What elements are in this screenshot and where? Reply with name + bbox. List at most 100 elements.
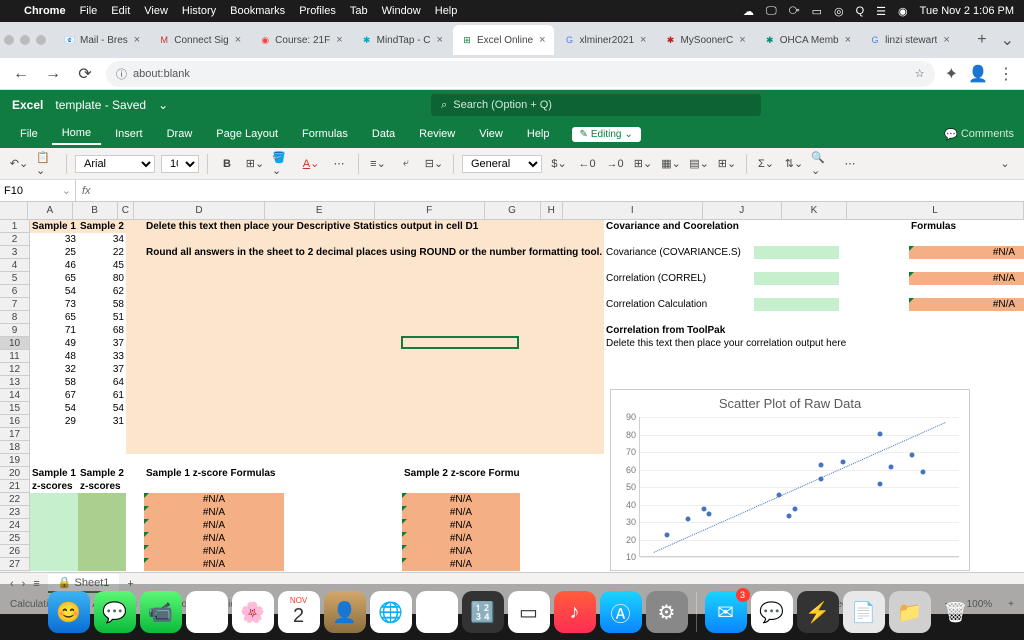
tab-formulas[interactable]: Formulas xyxy=(292,124,358,144)
calendar-icon[interactable]: NOV2 xyxy=(278,591,320,633)
select-all-corner[interactable] xyxy=(0,202,28,219)
row-header[interactable]: 15 xyxy=(0,402,30,415)
cell-na[interactable]: #N/A xyxy=(402,545,520,558)
menu-profiles[interactable]: Profiles xyxy=(299,5,336,17)
cell[interactable]: Covariance (COVARIANCE.S) xyxy=(604,246,754,259)
maps-icon[interactable]: 🗺 xyxy=(186,591,228,633)
cond-format-button[interactable]: ⊞⌄ xyxy=(632,153,654,175)
address-bar[interactable]: ⓘ about:blank ☆ xyxy=(106,61,935,87)
row-header[interactable]: 17 xyxy=(0,428,30,441)
cell-na[interactable]: #N/A xyxy=(402,493,520,506)
fx-icon[interactable]: fx xyxy=(76,185,97,197)
cell[interactable]: Round all answers in the sheet to 2 deci… xyxy=(144,246,644,259)
row-header[interactable]: 27 xyxy=(0,558,30,571)
cell[interactable]: Sample 2 xyxy=(78,220,126,233)
browser-tab[interactable]: ⊞Excel Online× xyxy=(453,25,554,55)
messages-icon[interactable]: 💬 xyxy=(94,591,136,633)
decimal-dec-button[interactable]: →0 xyxy=(604,153,626,175)
forward-button[interactable]: → xyxy=(42,63,64,85)
tab-close-icon[interactable]: × xyxy=(640,34,646,46)
sort-button[interactable]: ⇅⌄ xyxy=(783,153,805,175)
cell[interactable]: 54 xyxy=(30,285,78,298)
cell[interactable]: 65 xyxy=(30,272,78,285)
cell[interactable]: 73 xyxy=(30,298,78,311)
autosum-button[interactable]: Σ⌄ xyxy=(755,153,777,175)
tab-close-icon[interactable]: × xyxy=(134,34,140,46)
messenger-icon[interactable]: 💬 xyxy=(751,591,793,633)
browser-tab[interactable]: ✱OHCA Memb× xyxy=(756,25,859,55)
facetime-icon[interactable]: 📹 xyxy=(140,591,182,633)
column-header[interactable]: G xyxy=(485,202,541,219)
app-name[interactable]: Chrome xyxy=(24,5,66,17)
cell[interactable]: 58 xyxy=(78,298,126,311)
tab-close-icon[interactable]: × xyxy=(437,34,443,46)
number-format-select[interactable]: General xyxy=(462,155,542,173)
row-header[interactable]: 16 xyxy=(0,415,30,428)
back-button[interactable]: ← xyxy=(10,63,32,85)
cell[interactable]: 34 xyxy=(78,233,126,246)
browser-tab[interactable]: ✱MySoonerC× xyxy=(656,25,753,55)
column-header[interactable]: H xyxy=(541,202,563,219)
browser-tab[interactable]: MConnect Sig× xyxy=(150,25,249,55)
cell[interactable]: 31 xyxy=(78,415,126,428)
row-header[interactable]: 18 xyxy=(0,441,30,454)
column-header[interactable]: B xyxy=(73,202,118,219)
app-icon[interactable]: ⦿ xyxy=(416,591,458,633)
scatter-chart[interactable]: Scatter Plot of Raw Data1020304050607080… xyxy=(610,389,970,571)
cell[interactable]: 45 xyxy=(78,259,126,272)
bold-button[interactable]: B xyxy=(216,153,238,175)
cell-na[interactable]: #N/A xyxy=(402,506,520,519)
new-tab-button[interactable]: + xyxy=(969,31,994,49)
fill-color-button[interactable]: 🪣⌄ xyxy=(272,153,294,175)
font-name-select[interactable]: Arial xyxy=(75,155,155,173)
tab-close-icon[interactable]: × xyxy=(235,34,241,46)
row-header[interactable]: 5 xyxy=(0,272,30,285)
cell-na[interactable]: #N/A xyxy=(144,519,284,532)
row-header[interactable]: 2 xyxy=(0,233,30,246)
excel-doc-name[interactable]: template - Saved xyxy=(55,98,146,112)
cell[interactable]: Correlation from ToolPak xyxy=(604,324,754,337)
spreadsheet-grid[interactable]: ABCDEFGHIJKL 123456789101112131415161718… xyxy=(0,202,1024,572)
browser-tab[interactable]: ◉Course: 21F× xyxy=(251,25,350,55)
browser-tab[interactable]: ✱MindTap - C× xyxy=(353,25,451,55)
cell-na[interactable]: #N/A xyxy=(144,493,284,506)
trash-icon[interactable]: 🗑 xyxy=(935,591,977,633)
cell[interactable]: 68 xyxy=(78,324,126,337)
wrap-button[interactable]: ⤶ xyxy=(395,153,417,175)
menu-edit[interactable]: Edit xyxy=(111,5,130,17)
search-icon[interactable]: Q xyxy=(856,5,865,17)
row-header[interactable]: 6 xyxy=(0,285,30,298)
cell[interactable]: 61 xyxy=(78,389,126,402)
control-center-icon[interactable]: ☰ xyxy=(876,5,886,18)
cell-styles-button[interactable]: ▤⌄ xyxy=(688,153,710,175)
row-header[interactable]: 11 xyxy=(0,350,30,363)
column-header[interactable]: E xyxy=(265,202,375,219)
column-header[interactable]: L xyxy=(847,202,1024,219)
tab-draw[interactable]: Draw xyxy=(157,124,203,144)
cell[interactable]: z-scores xyxy=(30,480,78,493)
traffic-max[interactable] xyxy=(36,35,46,45)
font-size-select[interactable]: 10 xyxy=(161,155,199,173)
editing-mode-button[interactable]: ✎ Editing ⌄ xyxy=(572,127,641,142)
site-info-icon[interactable]: ⓘ xyxy=(116,66,127,82)
cell[interactable]: Covariance and Coorelation xyxy=(604,220,754,233)
calculator-icon[interactable]: 🔢 xyxy=(462,591,504,633)
cell[interactable]: 37 xyxy=(78,337,126,350)
cell[interactable]: Correlation (CORREL) xyxy=(604,272,754,285)
tab-view[interactable]: View xyxy=(469,124,513,144)
decimal-inc-button[interactable]: ←0 xyxy=(576,153,598,175)
cell[interactable]: 48 xyxy=(30,350,78,363)
cell[interactable]: Sample 2 z-score Formulas xyxy=(402,467,520,480)
wifi-icon[interactable]: ◎ xyxy=(834,5,844,18)
cell[interactable]: 67 xyxy=(30,389,78,402)
cell[interactable]: Sample 1 xyxy=(30,467,78,480)
settings-icon[interactable]: ⚙ xyxy=(646,591,688,633)
traffic-close[interactable] xyxy=(4,35,14,45)
contacts-icon[interactable]: 👤 xyxy=(324,591,366,633)
row-header[interactable]: 21 xyxy=(0,480,30,493)
music-icon[interactable]: ♪ xyxy=(554,591,596,633)
more-button[interactable]: ⋯ xyxy=(839,153,861,175)
row-header[interactable]: 1 xyxy=(0,220,30,233)
cell[interactable]: 62 xyxy=(78,285,126,298)
name-box[interactable]: F10⌄ xyxy=(0,180,76,201)
